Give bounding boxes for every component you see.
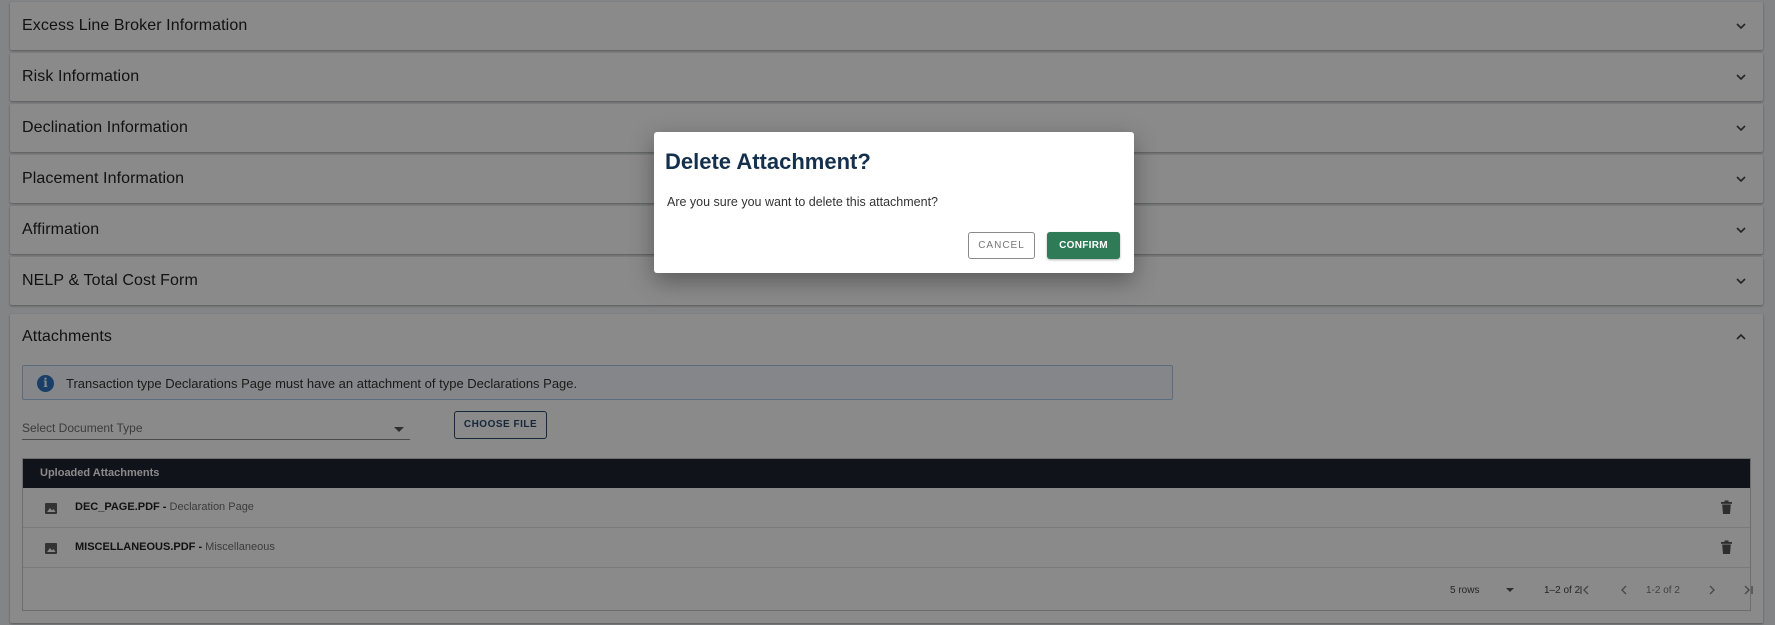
- delete-attachment-dialog: Delete Attachment? Are you sure you want…: [654, 132, 1134, 273]
- cancel-button[interactable]: CANCEL: [968, 232, 1035, 259]
- dialog-message: Are you sure you want to delete this att…: [667, 195, 938, 209]
- confirm-button[interactable]: CONFIRM: [1047, 232, 1120, 259]
- modal-backdrop[interactable]: [0, 0, 1775, 625]
- dialog-title: Delete Attachment?: [665, 149, 871, 174]
